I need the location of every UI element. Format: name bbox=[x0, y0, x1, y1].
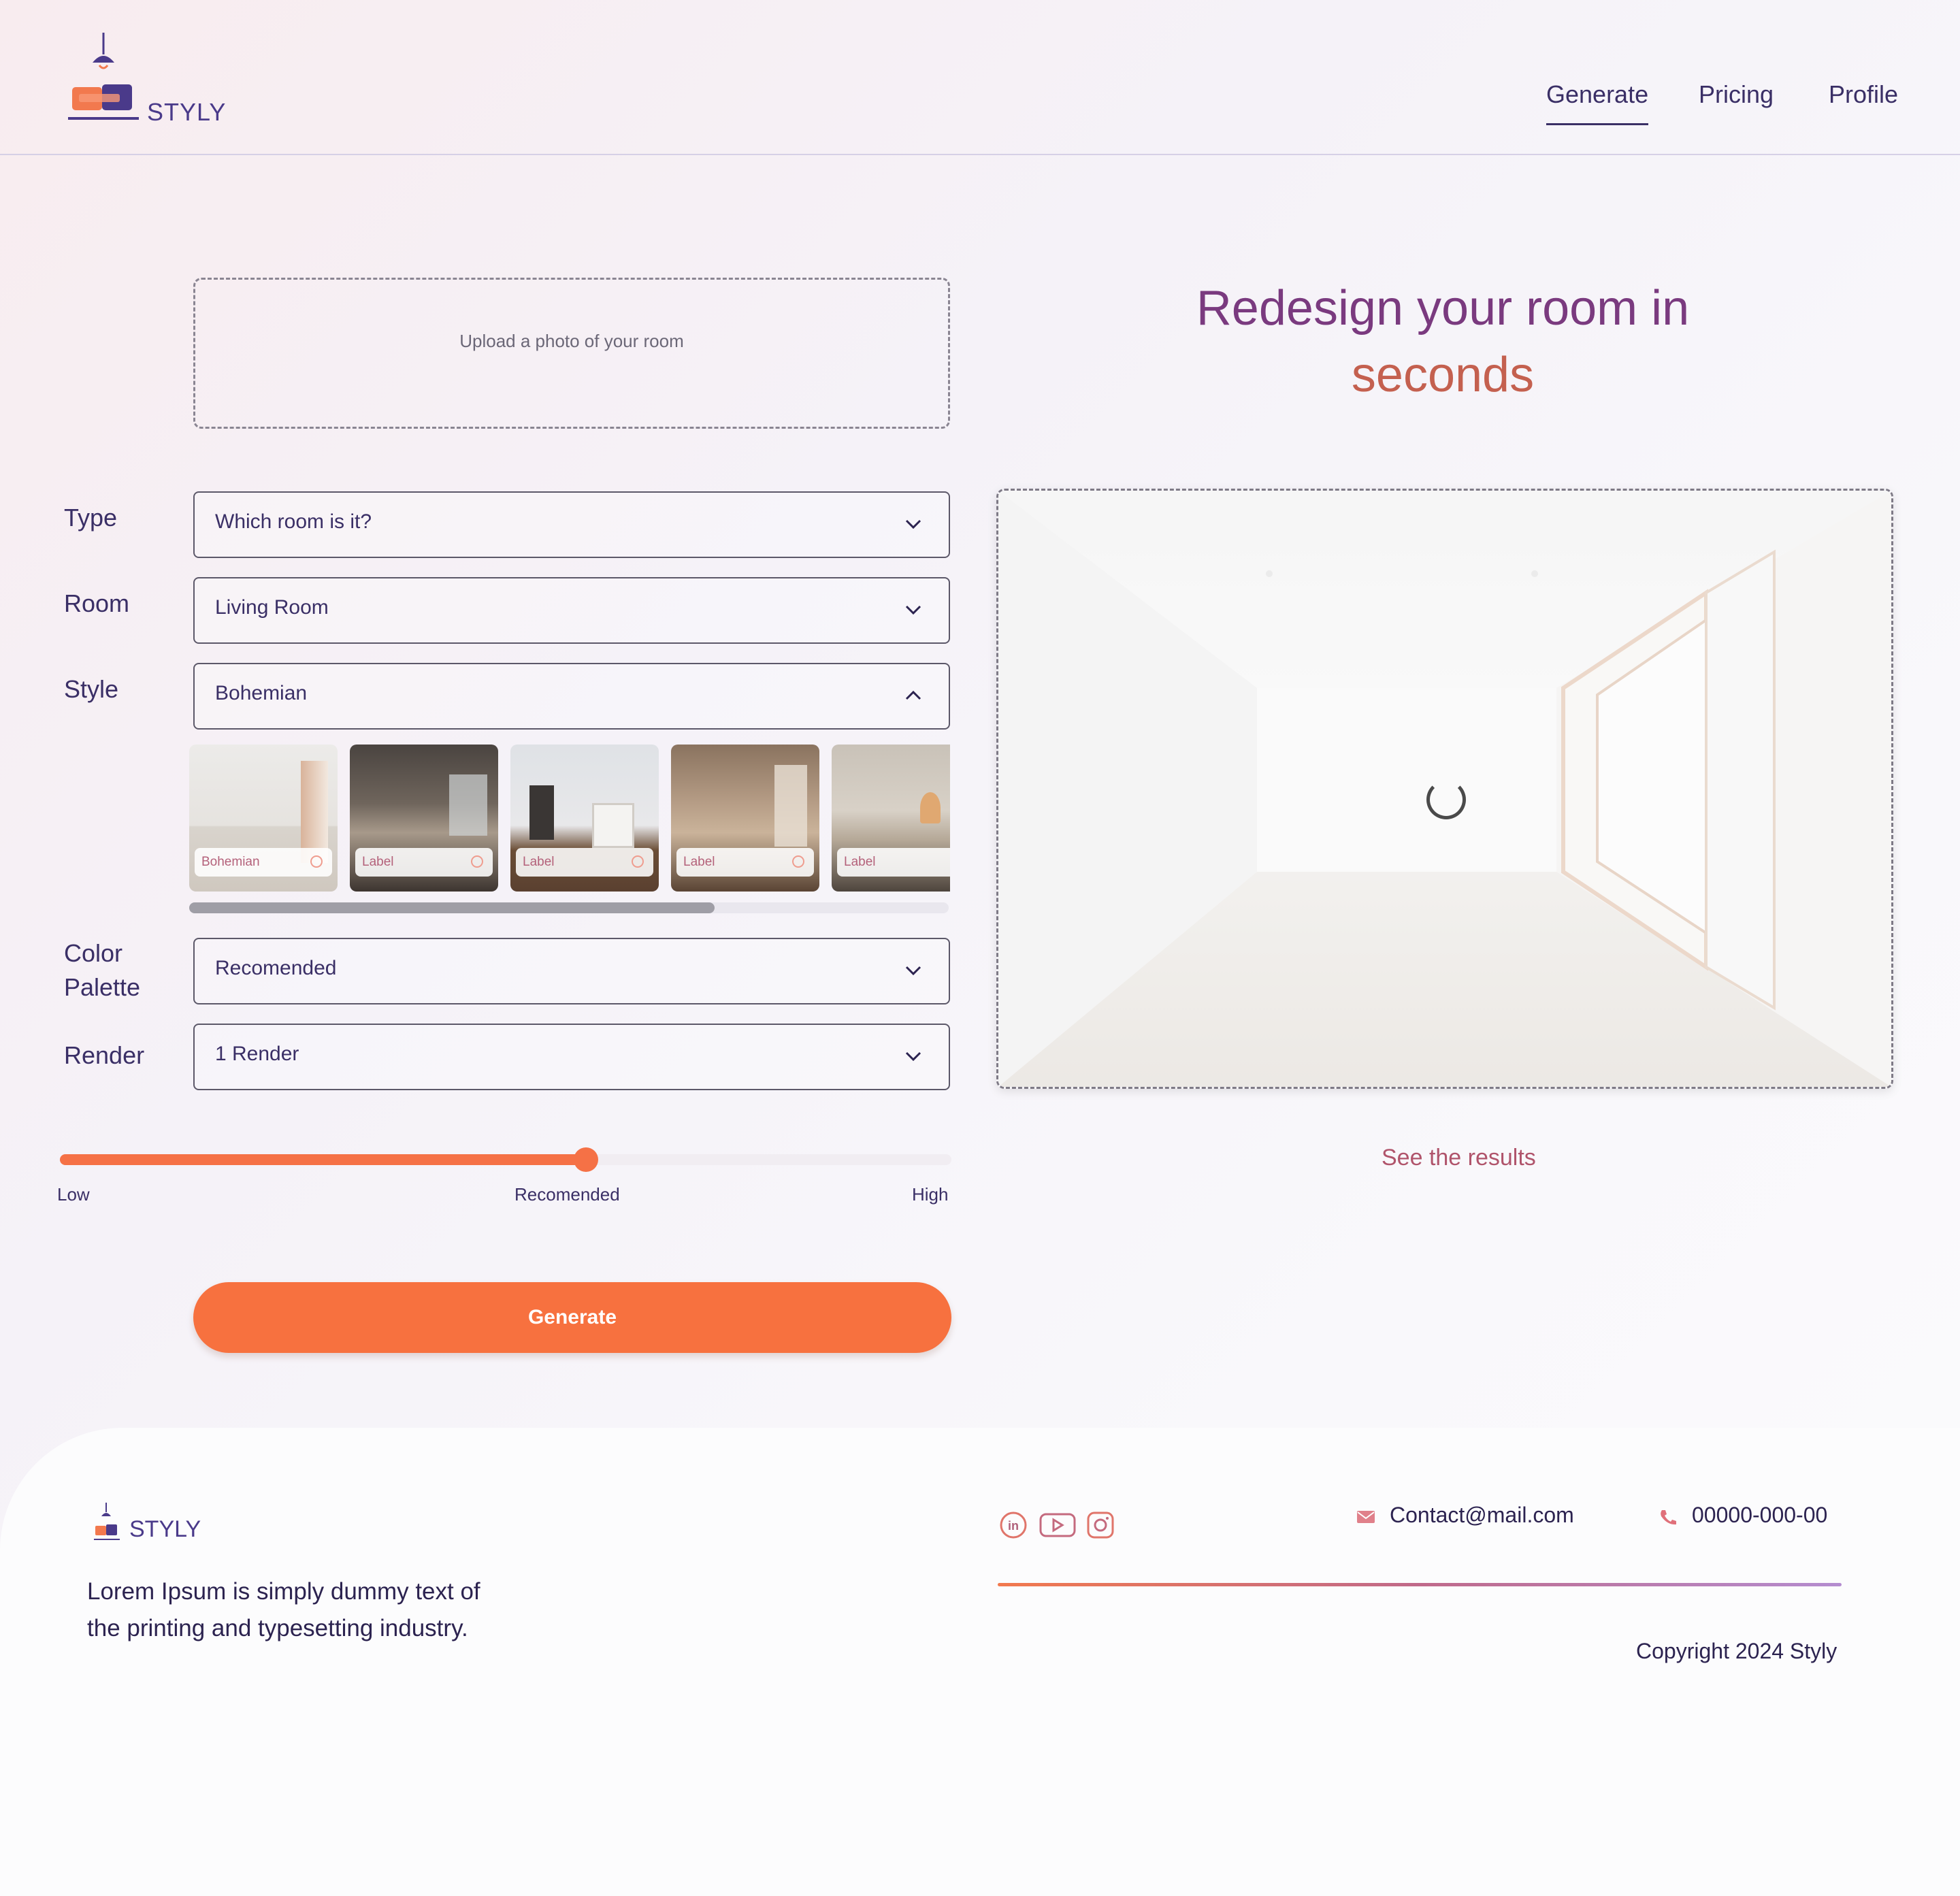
color-palette-label-line-1: Color bbox=[64, 939, 123, 967]
style-option-radio[interactable] bbox=[471, 855, 483, 868]
style-option[interactable]: Label bbox=[671, 745, 819, 892]
style-option[interactable]: Label bbox=[832, 745, 950, 892]
style-option-label: Label bbox=[844, 855, 876, 869]
chevron-down-icon bbox=[905, 966, 921, 976]
style-option-radio[interactable] bbox=[310, 855, 323, 868]
footer-email[interactable]: Contact@mail.com bbox=[1390, 1503, 1574, 1528]
style-option-tag: Label bbox=[837, 848, 950, 877]
style-option-radio[interactable] bbox=[792, 855, 804, 868]
logo-wordmark[interactable]: STYLY bbox=[147, 98, 226, 127]
color-palette-select-value: Recomended bbox=[215, 957, 337, 979]
generate-button[interactable]: Generate bbox=[193, 1282, 951, 1353]
room-label: Room bbox=[64, 589, 130, 617]
style-option[interactable]: Label bbox=[510, 745, 659, 892]
slider-label-low: Low bbox=[57, 1184, 90, 1205]
footer-logo-wordmark[interactable]: STYLY bbox=[129, 1516, 201, 1543]
room-select[interactable]: Living Room bbox=[193, 577, 950, 644]
nav-generate[interactable]: Generate bbox=[1546, 80, 1648, 109]
youtube-icon[interactable] bbox=[1039, 1511, 1077, 1539]
footer-description-line-2: the printing and typesetting industry. bbox=[87, 1615, 468, 1641]
style-select[interactable]: Bohemian bbox=[193, 663, 950, 730]
slider-label-high: High bbox=[912, 1184, 949, 1205]
color-palette-select[interactable]: Recomended bbox=[193, 938, 950, 1004]
nav-profile[interactable]: Profile bbox=[1829, 80, 1898, 109]
style-option-label: Bohemian bbox=[201, 855, 260, 869]
style-option[interactable]: Label bbox=[350, 745, 498, 892]
chevron-up-icon bbox=[905, 690, 921, 700]
chevron-down-icon bbox=[905, 605, 921, 615]
style-select-value: Bohemian bbox=[215, 682, 308, 704]
type-label: Type bbox=[64, 504, 118, 532]
render-select-value: 1 Render bbox=[215, 1043, 299, 1065]
render-select[interactable]: 1 Render bbox=[193, 1024, 950, 1090]
chevron-down-icon bbox=[905, 519, 921, 529]
type-select-value: Which room is it? bbox=[215, 510, 372, 533]
upload-placeholder: Upload a photo of your room bbox=[459, 330, 684, 351]
room-select-value: Living Room bbox=[215, 596, 329, 619]
quality-slider-fill bbox=[60, 1154, 586, 1165]
type-select[interactable]: Which room is it? bbox=[193, 491, 950, 558]
footer-phone[interactable]: 00000-000-00 bbox=[1692, 1503, 1827, 1528]
nav-active-underline bbox=[1546, 123, 1648, 125]
slider-label-recommended: Recomended bbox=[514, 1184, 620, 1205]
hero-headline: Redesign your room in seconds bbox=[1062, 275, 1824, 408]
style-option-label: Label bbox=[362, 855, 394, 869]
upload-dropzone[interactable]: Upload a photo of your room bbox=[193, 278, 950, 429]
color-palette-label-line-2: Palette bbox=[64, 973, 141, 1001]
headline-line-1: Redesign your room in bbox=[1196, 281, 1690, 336]
nav-pricing[interactable]: Pricing bbox=[1699, 80, 1774, 109]
carousel-scrollbar-thumb[interactable] bbox=[189, 902, 715, 913]
style-option[interactable]: Bohemian bbox=[189, 745, 338, 892]
see-results-link[interactable]: See the results bbox=[1382, 1145, 1536, 1171]
instagram-icon[interactable] bbox=[1086, 1511, 1115, 1539]
style-option-radio[interactable] bbox=[632, 855, 644, 868]
phone-icon bbox=[1661, 1510, 1676, 1525]
style-option-tag: Label bbox=[516, 848, 653, 877]
chevron-down-icon bbox=[905, 1051, 921, 1062]
style-option-label: Label bbox=[523, 855, 555, 869]
style-option-tag: Bohemian bbox=[195, 848, 332, 877]
footer-description: Lorem Ipsum is simply dummy text of the … bbox=[87, 1573, 564, 1647]
mail-icon bbox=[1357, 1511, 1375, 1523]
style-option-tag: Label bbox=[355, 848, 493, 877]
quality-slider-handle[interactable] bbox=[573, 1147, 598, 1172]
footer-copyright: Copyright 2024 Styly bbox=[1636, 1639, 1838, 1663]
svg-text:in: in bbox=[1008, 1519, 1019, 1533]
style-options-carousel[interactable]: Bohemian Label Label Label Label bbox=[189, 745, 950, 905]
color-palette-label: Color Palette bbox=[64, 936, 140, 1004]
style-label: Style bbox=[64, 675, 119, 703]
linkedin-icon[interactable]: in bbox=[999, 1511, 1028, 1539]
top-header: STYLY Generate Pricing Profile bbox=[0, 0, 1960, 155]
style-option-tag: Label bbox=[676, 848, 814, 877]
footer-divider bbox=[998, 1583, 1842, 1586]
render-label: Render bbox=[64, 1041, 145, 1069]
style-option-label: Label bbox=[683, 855, 715, 869]
loading-spinner bbox=[1426, 780, 1466, 819]
headline-line-2: seconds bbox=[1351, 348, 1535, 402]
footer-description-line-1: Lorem Ipsum is simply dummy text of bbox=[87, 1578, 480, 1605]
